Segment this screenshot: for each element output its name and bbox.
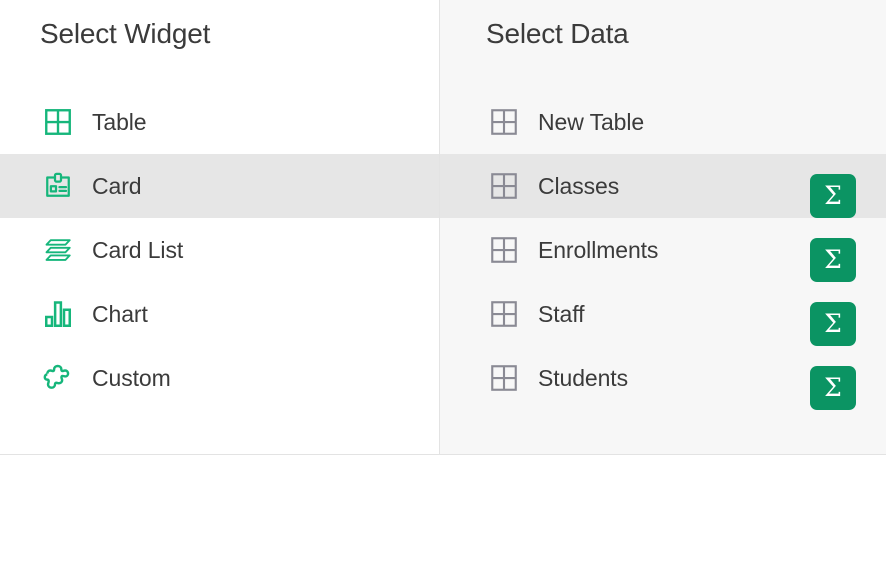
data-item-label: Students <box>538 364 628 391</box>
select-widget-title: Select Widget <box>40 18 211 49</box>
id-card-icon <box>40 168 76 204</box>
widget-item-label: Card <box>92 172 142 199</box>
card-stack-icon <box>40 232 76 268</box>
widget-item-card[interactable]: Card <box>0 154 439 218</box>
widget-item-card-list[interactable]: Card List <box>0 218 439 282</box>
widget-item-chart[interactable]: Chart <box>0 282 439 346</box>
add-widget-dialog: Select Widget Table Card Card List Chart… <box>0 0 886 585</box>
widget-item-label: Table <box>92 108 147 135</box>
table-grid-icon <box>40 104 76 140</box>
panels-container: Select Widget Table Card Card List Chart… <box>0 0 886 454</box>
widget-item-label: Custom <box>92 364 171 391</box>
summary-sigma-button-classes[interactable]: Σ <box>810 174 856 218</box>
data-item-label: Enrollments <box>538 236 659 263</box>
table-grid-icon <box>486 168 522 204</box>
data-item-label: New Table <box>538 108 645 135</box>
summary-sigma-button-students[interactable]: Σ <box>810 366 856 410</box>
table-grid-icon <box>486 232 522 268</box>
puzzle-piece-icon <box>40 360 76 396</box>
widget-item-label: Chart <box>92 300 148 327</box>
data-item-label: Classes <box>538 172 620 199</box>
table-grid-icon <box>486 360 522 396</box>
table-grid-icon <box>486 296 522 332</box>
widget-item-custom[interactable]: Custom <box>0 346 439 410</box>
select-data-title: Select Data <box>486 18 629 49</box>
widget-list: Table Card Card List Chart Custom <box>0 90 439 410</box>
data-item-new-table[interactable]: New Table <box>440 90 886 154</box>
dialog-footer: SELECT BY CLASSES Add to Page <box>0 455 886 585</box>
summary-sigma-button-staff[interactable]: Σ <box>810 302 856 346</box>
data-item-label: Staff <box>538 300 585 327</box>
widget-item-table[interactable]: Table <box>0 90 439 154</box>
summary-sigma-button-enrollments[interactable]: Σ <box>810 238 856 282</box>
table-grid-icon <box>486 104 522 140</box>
widget-item-label: Card List <box>92 236 184 263</box>
select-widget-panel: Select Widget Table Card Card List Chart… <box>0 0 440 454</box>
bar-chart-icon <box>40 296 76 332</box>
